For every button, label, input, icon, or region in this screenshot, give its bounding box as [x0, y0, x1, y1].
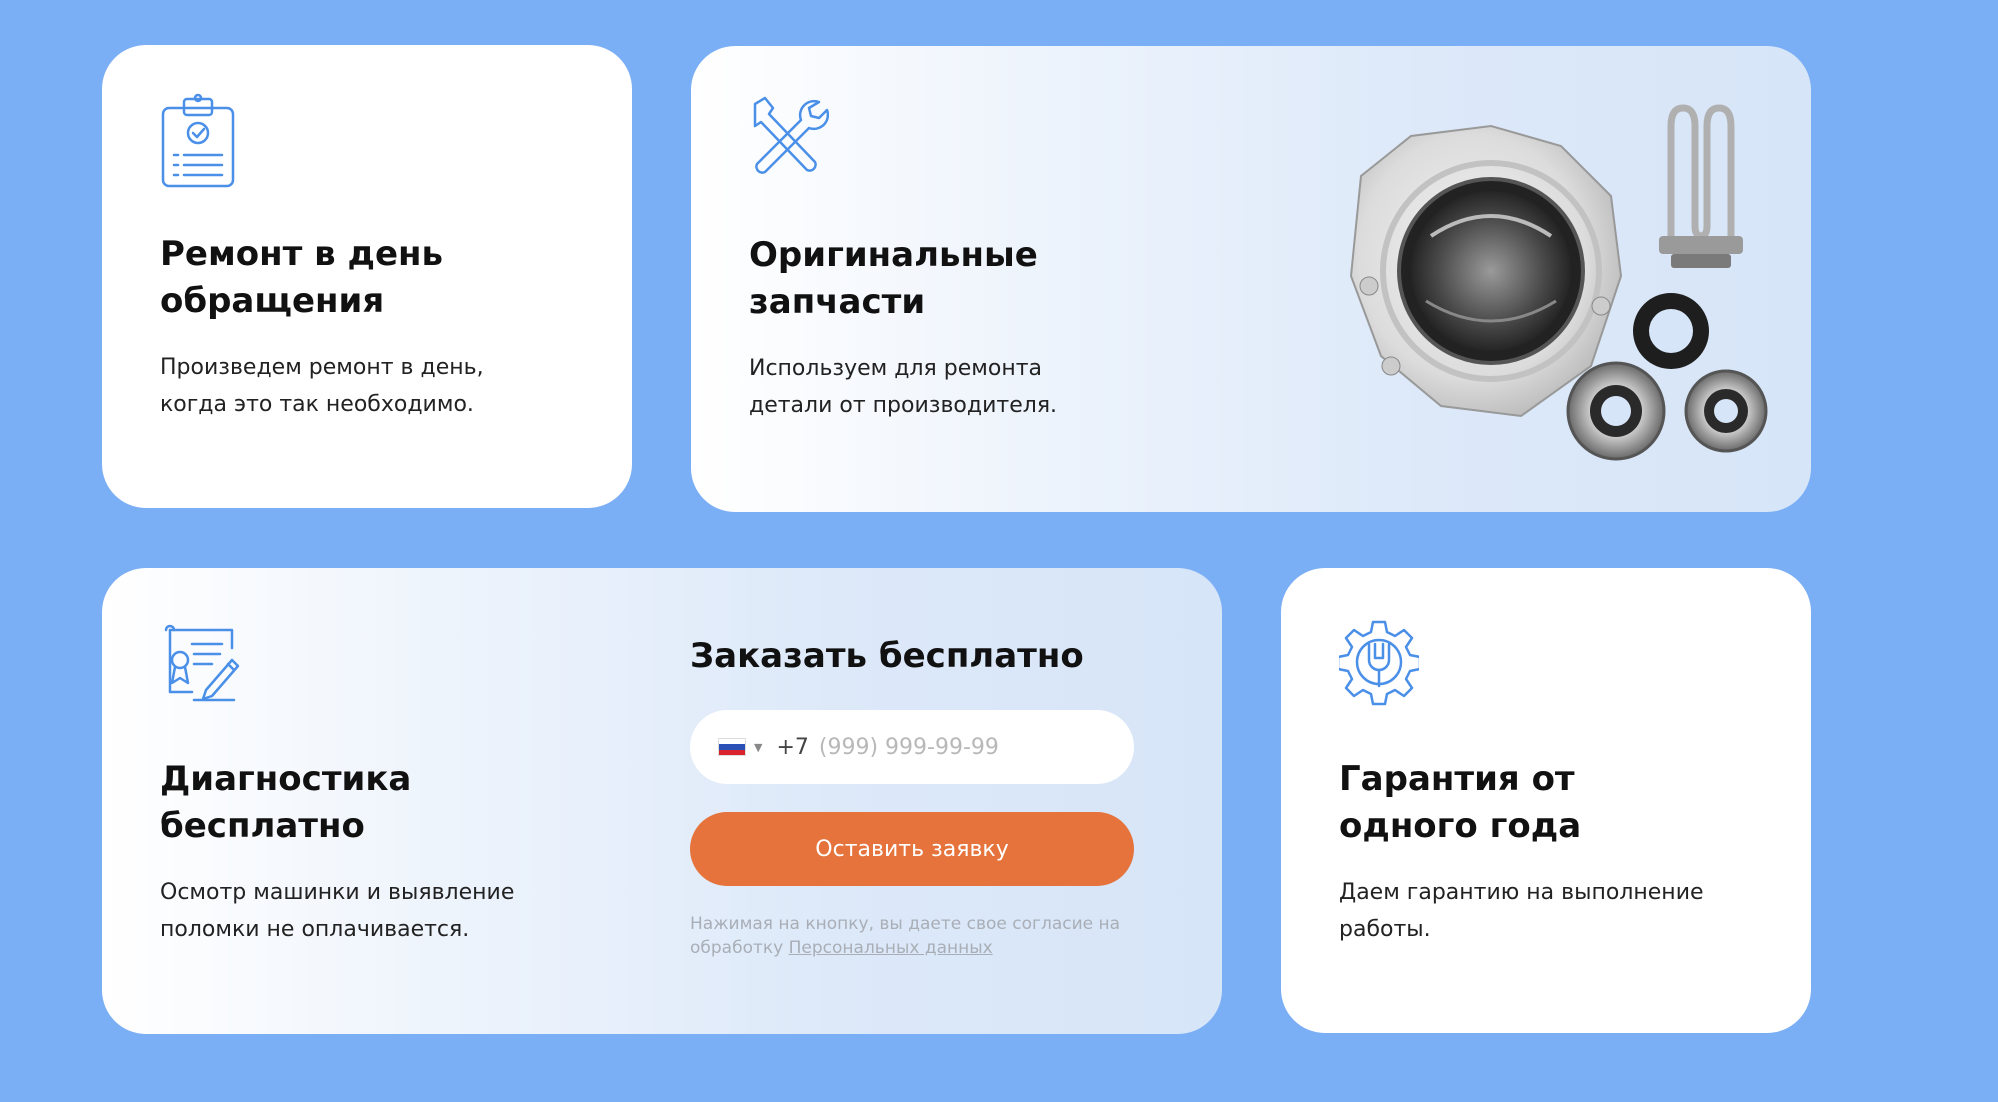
wrench-screwdriver-icon	[749, 94, 829, 189]
phone-field[interactable]: ▼ +7	[690, 710, 1134, 784]
personal-data-link[interactable]: Персональных данных	[789, 938, 993, 958]
card-description: Произведем ремонт в день, когда это так …	[160, 355, 484, 417]
consent-text: Нажимая на кнопку, вы даете свое согласи…	[690, 912, 1150, 960]
card-description: Осмотр машинки и выявление поломки не оп…	[160, 880, 515, 942]
phone-prefix: +7	[776, 734, 809, 760]
card-title: Ремонт в день обращения	[160, 234, 444, 321]
clipboard-check-icon	[160, 93, 240, 188]
feature-card-free-diagnostics: Диагностика бесплатно Осмотр машинки и в…	[102, 568, 1222, 1034]
card-description: Используем для ремонта детали от произво…	[749, 356, 1058, 418]
phone-input[interactable]	[816, 733, 1121, 761]
washing-machine-parts-image	[1291, 86, 1771, 476]
certificate-pen-icon	[160, 616, 240, 711]
russia-flag-icon[interactable]	[718, 738, 746, 756]
order-form-title: Заказать бесплатно	[690, 636, 1084, 676]
chevron-down-icon[interactable]: ▼	[754, 741, 762, 754]
card-title: Диагностика бесплатно	[160, 759, 412, 846]
card-title: Оригинальные запчасти	[749, 235, 1038, 322]
feature-card-same-day-repair: Ремонт в день обращения Произведем ремон…	[102, 45, 632, 508]
card-title: Гарантия от одного года	[1339, 759, 1582, 846]
feature-card-warranty: Гарантия от одного года Даем гарантию на…	[1281, 568, 1811, 1033]
gear-wrench-icon	[1339, 616, 1419, 711]
card-description: Даем гарантию на выполнение работы.	[1339, 880, 1704, 942]
submit-request-button[interactable]: Оставить заявку	[690, 812, 1134, 886]
feature-card-original-parts: Оригинальные запчасти Используем для рем…	[691, 46, 1811, 512]
